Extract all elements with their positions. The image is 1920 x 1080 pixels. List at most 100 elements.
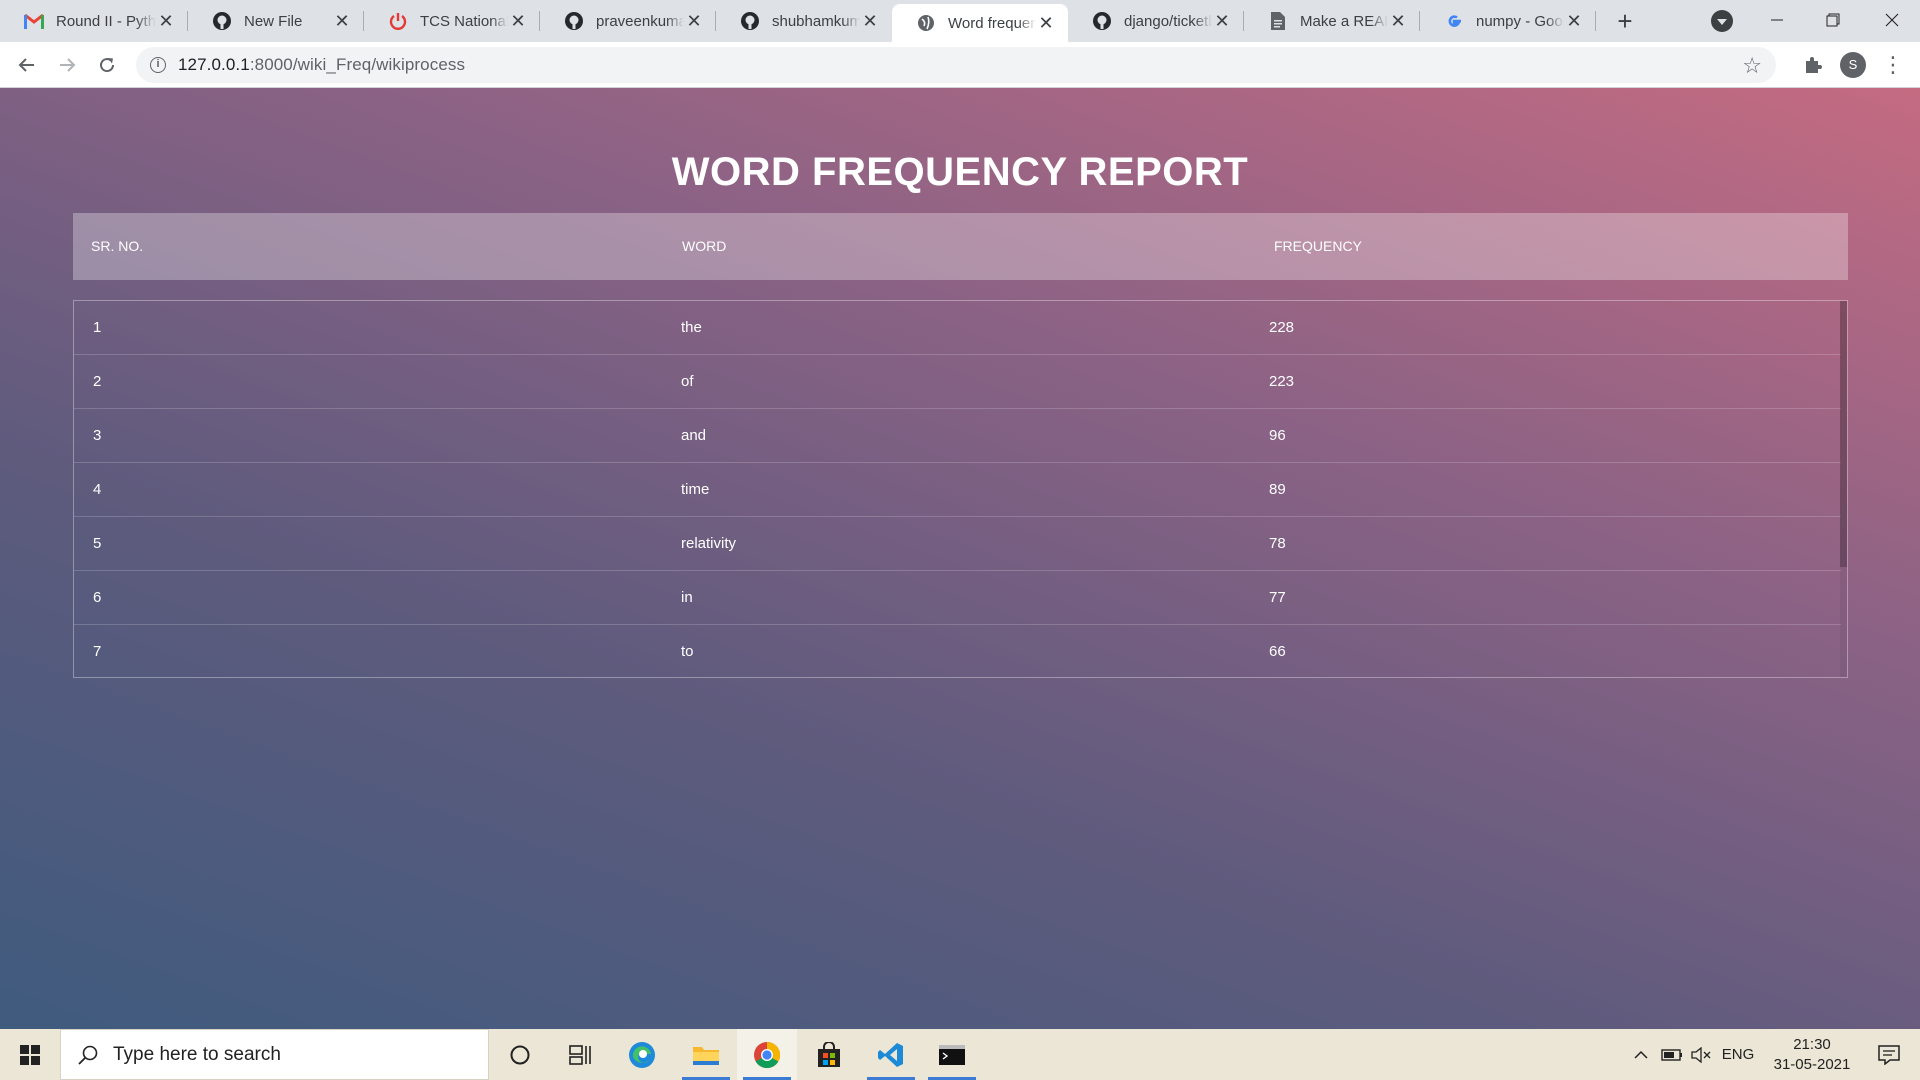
terminal-taskbar-button[interactable]: [922, 1029, 982, 1080]
new-tab-button[interactable]: +: [1610, 6, 1640, 36]
cell-word: and: [681, 427, 707, 444]
cell-word: relativity: [681, 535, 737, 552]
close-icon[interactable]: ✕: [1388, 11, 1408, 31]
puzzle-icon: [1806, 57, 1822, 73]
table-body[interactable]: 1 the 228 2 of 223 3 and 96 4 time 89 5 …: [73, 300, 1848, 678]
tab-title: shubhamkumar: [772, 12, 860, 30]
close-icon[interactable]: ✕: [1564, 11, 1584, 31]
cell-sr-no: 6: [93, 589, 102, 606]
browser-menu-button[interactable]: ⋮: [1877, 49, 1909, 81]
tab-title: Make a README: [1300, 12, 1388, 30]
minimize-button[interactable]: [1749, 0, 1805, 40]
tab-github-shubhamkumar[interactable]: shubhamkumar ✕: [716, 0, 892, 42]
profile-button[interactable]: S: [1837, 49, 1869, 81]
tab-title: Word frequency: [948, 14, 1036, 32]
volume-button[interactable]: [1688, 1029, 1714, 1080]
url-text[interactable]: 127.0.0.1:8000/wiki_Freq/wikiprocess: [178, 55, 465, 75]
close-window-button[interactable]: [1864, 0, 1920, 40]
chevron-up-icon: [1634, 1050, 1648, 1059]
tab-title: Round II - Python: [56, 12, 156, 30]
tab-github-new-file[interactable]: New File ✕: [188, 0, 364, 42]
close-icon[interactable]: ✕: [332, 11, 352, 31]
tab-github-praveenkumar[interactable]: praveenkumar ✕: [540, 0, 716, 42]
table-row: 2 of 223: [74, 355, 1841, 409]
cell-sr-no: 1: [93, 319, 102, 336]
reload-button[interactable]: [91, 49, 123, 81]
taskbar-search-input[interactable]: Type here to search: [60, 1029, 489, 1080]
terminal-icon: [939, 1044, 965, 1065]
reload-icon: [100, 58, 115, 73]
browser-toolbar: i 127.0.0.1:8000/wiki_Freq/wikiprocess ☆…: [0, 42, 1920, 88]
table-scrollbar[interactable]: [1840, 301, 1847, 677]
tab-strip: Round II - Python ✕ New File ✕ TCS Natio…: [0, 0, 1920, 42]
show-hidden-icons-button[interactable]: [1628, 1029, 1654, 1080]
tab-numpy-google[interactable]: numpy - Google ✕: [1420, 0, 1596, 42]
cell-sr-no: 5: [93, 535, 102, 552]
scrollbar-thumb[interactable]: [1840, 301, 1847, 567]
store-taskbar-button[interactable]: [799, 1029, 859, 1080]
chrome-icon: [754, 1041, 781, 1068]
restore-button[interactable]: [1805, 0, 1861, 40]
start-button[interactable]: [0, 1029, 60, 1080]
clock-date: 31-05-2021: [1773, 1056, 1851, 1073]
task-view-button[interactable]: [550, 1029, 610, 1080]
power-icon: [388, 11, 408, 31]
system-clock[interactable]: 21:30 31-05-2021: [1762, 1035, 1862, 1075]
battery-button[interactable]: [1658, 1029, 1686, 1080]
page-title: WORD FREQUENCY REPORT: [671, 150, 1249, 194]
github-icon: [740, 11, 760, 31]
file-explorer-taskbar-button[interactable]: [676, 1029, 736, 1080]
tab-search-icon[interactable]: [1711, 10, 1733, 32]
table-row: 5 relativity 78: [74, 517, 1841, 571]
close-icon[interactable]: ✕: [156, 11, 176, 31]
close-icon[interactable]: ✕: [1036, 13, 1056, 33]
tab-title: New File: [244, 12, 303, 30]
github-icon: [564, 11, 584, 31]
cell-sr-no: 4: [93, 481, 102, 498]
close-icon[interactable]: ✕: [684, 11, 704, 31]
store-bag-icon: [818, 1041, 840, 1067]
cell-frequency: 89: [1269, 481, 1286, 498]
tab-word-frequency[interactable]: Word frequency ✕: [892, 4, 1068, 42]
kebab-menu-icon: ⋮: [1882, 52, 1904, 77]
cell-word: in: [681, 589, 693, 606]
cell-word: of: [681, 373, 694, 390]
cell-frequency: 223: [1269, 373, 1295, 390]
minimize-icon: [1771, 19, 1783, 21]
bookmark-star-icon[interactable]: ☆: [1742, 53, 1762, 79]
edge-taskbar-button[interactable]: [612, 1029, 672, 1080]
table-row: 7 to 66: [74, 625, 1841, 677]
github-icon: [1092, 11, 1112, 31]
forward-button[interactable]: [51, 49, 83, 81]
extensions-button[interactable]: [1797, 49, 1829, 81]
chrome-taskbar-button[interactable]: [737, 1029, 797, 1080]
document-icon: [1268, 11, 1288, 31]
tab-github-django[interactable]: django/ticketbooking ✕: [1068, 0, 1244, 42]
tab-make-readme[interactable]: Make a README ✕: [1244, 0, 1420, 42]
close-icon[interactable]: ✕: [860, 11, 880, 31]
folder-icon: [693, 1046, 719, 1065]
volume-muted-icon: [1691, 1046, 1711, 1063]
page-content: WORD FREQUENCY REPORT SR. NO. WORD FREQU…: [0, 88, 1920, 1029]
tab-tcs[interactable]: TCS National Qualifier ✕: [364, 0, 540, 42]
cell-sr-no: 2: [93, 373, 102, 390]
cortana-icon: [510, 1045, 530, 1064]
back-button[interactable]: [11, 49, 43, 81]
site-info-icon[interactable]: i: [150, 57, 166, 73]
tab-gmail[interactable]: Round II - Python ✕: [0, 0, 188, 42]
column-header-word: WORD: [682, 238, 727, 254]
table-header: SR. NO. WORD FREQUENCY: [73, 213, 1848, 280]
clock-time: 21:30: [1793, 1036, 1831, 1053]
search-icon: [78, 1045, 98, 1065]
action-center-button[interactable]: [1868, 1029, 1910, 1080]
cell-word: the: [681, 319, 702, 336]
cortana-button[interactable]: [490, 1029, 550, 1080]
vscode-taskbar-button[interactable]: [861, 1029, 921, 1080]
language-indicator[interactable]: ENG: [1718, 1029, 1758, 1080]
address-bar[interactable]: i 127.0.0.1:8000/wiki_Freq/wikiprocess ☆: [136, 47, 1776, 83]
cell-frequency: 78: [1269, 535, 1286, 552]
notification-icon: [1878, 1044, 1900, 1065]
cell-sr-no: 3: [93, 427, 102, 444]
close-icon[interactable]: ✕: [1212, 11, 1232, 31]
close-icon[interactable]: ✕: [508, 11, 528, 31]
